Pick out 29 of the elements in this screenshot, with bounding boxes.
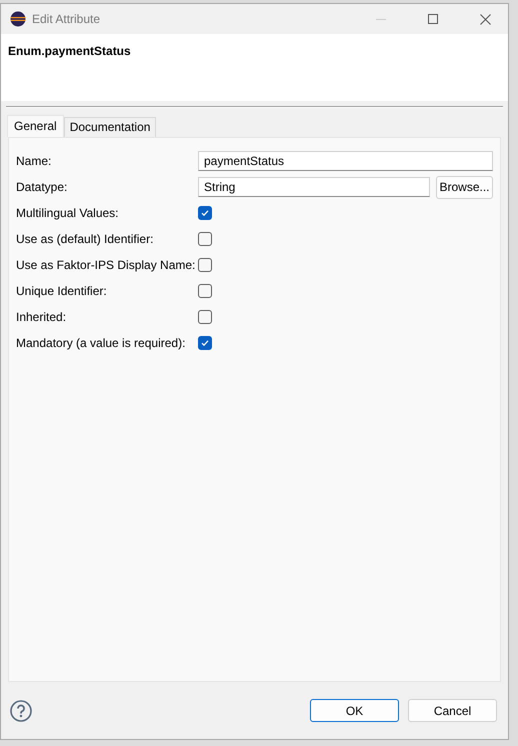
checkbox[interactable] (198, 310, 212, 324)
checkbox[interactable] (198, 206, 212, 220)
checkmark-icon (201, 209, 209, 217)
checkbox[interactable] (198, 232, 212, 246)
checkbox[interactable] (198, 284, 212, 298)
close-icon[interactable] (480, 14, 490, 24)
checkbox[interactable] (198, 336, 212, 350)
header-title: Enum.paymentStatus (8, 44, 132, 58)
checkbox[interactable] (198, 258, 212, 272)
checkmark-icon (201, 339, 209, 347)
window-title: Edit Attribute (32, 12, 102, 26)
dialog-button[interactable]: OK (310, 699, 399, 722)
tab[interactable]: Documentation (64, 117, 156, 137)
option-label: Mandatory (a value is required): (16, 336, 186, 350)
option-label: Multilingual Values: (16, 206, 120, 220)
field-label: Name: (16, 154, 52, 168)
option-label: Use as Faktor-IPS Display Name: (16, 258, 196, 272)
option-label: Inherited: (16, 310, 68, 324)
tab[interactable]: General (7, 115, 64, 137)
dialog-button[interactable]: Cancel (408, 699, 497, 722)
help-icon[interactable] (10, 700, 32, 722)
option-label: Use as (default) Identifier: (16, 232, 154, 246)
maximize-icon[interactable] (428, 14, 438, 24)
field-label: Datatype: (16, 180, 68, 194)
input-field[interactable]: String (198, 177, 430, 197)
browse-button[interactable]: Browse... (436, 176, 493, 198)
app-logo-icon (10, 11, 26, 27)
option-label: Unique Identifier: (16, 284, 108, 298)
input-field[interactable]: paymentStatus (198, 151, 493, 171)
